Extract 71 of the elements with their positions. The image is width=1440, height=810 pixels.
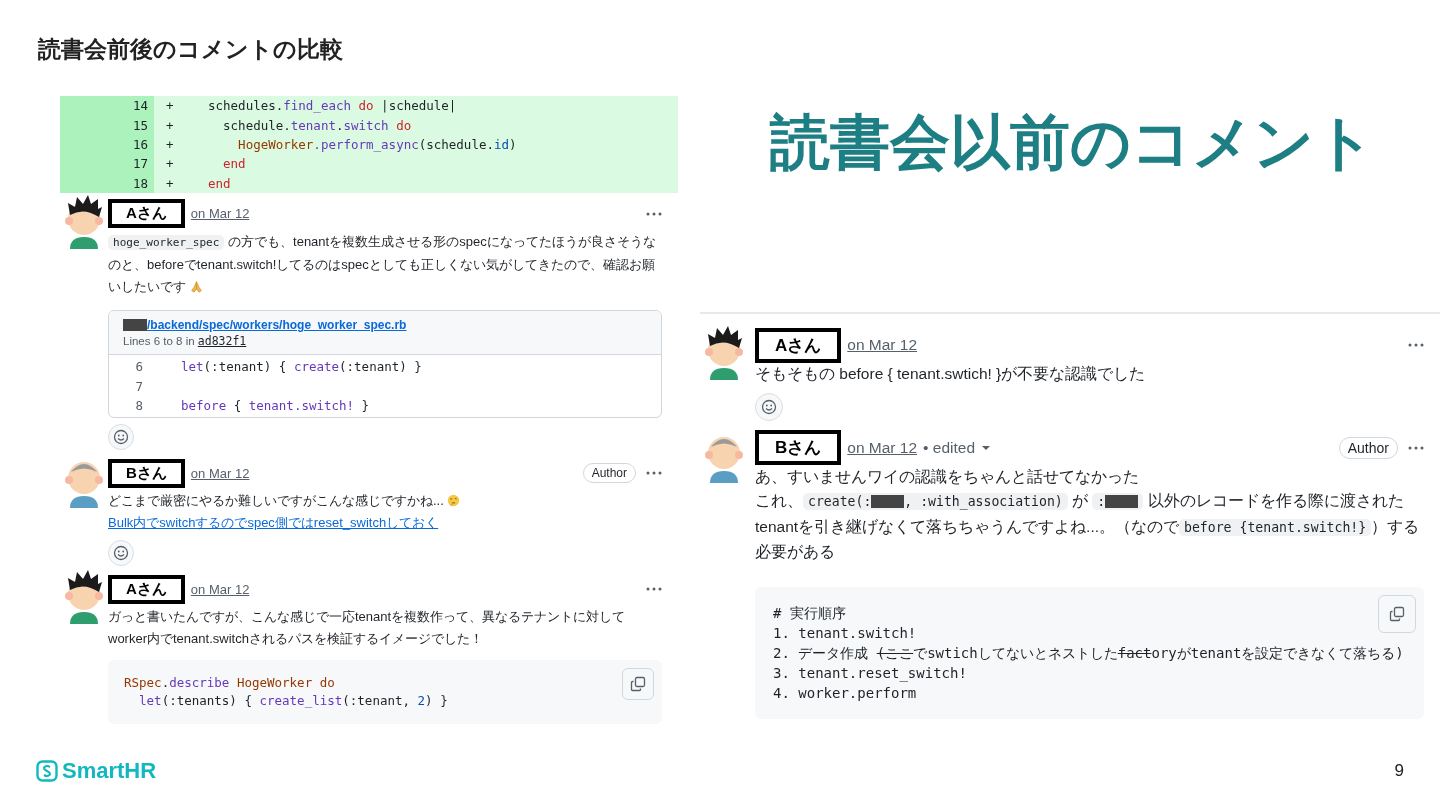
edited-label[interactable]: • edited [923,438,976,457]
author-name: Bさん [755,430,842,465]
page-number: 9 [1394,761,1404,781]
smiley-icon [113,545,129,562]
diff-marker: + [165,117,175,133]
praying-hands-icon [189,279,203,293]
comment-date[interactable]: on Mar 12 [190,581,250,597]
smiley-icon [113,429,129,446]
code-line: # 実行順序 [773,603,846,623]
comment-text: hoge_worker_spec の方でも、tenantを複数生成させる形のspecになってたほうが良さそうなのと、beforeでtenant.switch!してるのはspecとしても正しくない気がしてきたので、確認お願いしたいです [108,232,657,296]
logo-text: SmartHR [62,758,157,784]
comment-text: あ、すいませんワイの認識をちゃんと話せてなかった [755,466,1140,487]
code-line: 2. データ作成 (ここ でswtichしてないとネストしたfactoryがtenantを設定できなくて落ちる) [773,643,1404,663]
more-options-icon[interactable] [646,471,662,476]
line-number: 6 [134,359,143,375]
line-range-text: Lines 6 to 8 in [123,334,195,347]
diff-marker: + [165,136,175,152]
add-reaction-button[interactable] [108,424,134,451]
comment-text: そもそもの before { tenant.swtich! }が不要な認識でした [755,364,1147,384]
comment-text: ガっと書いたんですが、こんな感じで一応tenantを複数作って、異なるテナントに対してworker内でtenant.switchされるパスを検証するイメージでした！ [108,608,627,649]
code-line: schedule.tenant.switch do [222,117,412,133]
code-line: HogeWorker.perform_async(schedule.id) [237,136,517,152]
diff-marker: + [165,98,175,114]
comment-date[interactable]: on Mar 12 [847,438,918,457]
copy-button[interactable] [1378,594,1416,633]
author-name: Aさん [108,199,185,229]
more-options-icon[interactable] [1408,445,1424,450]
author-name: Aさん [755,327,842,363]
logo-icon [36,760,58,782]
commit-link[interactable]: ad832f1 [197,333,247,348]
file-link[interactable]: /backend/spec/workers/hoge_worker_spec.rb [123,317,407,332]
thinking-face-icon [447,494,461,508]
add-reaction-button[interactable] [108,540,134,567]
code-line: 1. tenant.switch! [773,623,917,643]
code-line: schedules.find_each do |schedule| [208,98,457,114]
more-options-icon[interactable] [646,211,662,216]
slide-heading: 読書会以前のコメント [770,108,1376,178]
code-line: end [208,175,231,191]
code-line: RSpec.describe HogeWorker do [124,674,335,693]
line-number: 7 [134,378,143,394]
code-line: 3. tenant.reset_switch! [773,663,967,683]
line-number: 18 [60,173,154,193]
author-name: Bさん [108,458,185,488]
more-options-icon[interactable] [646,587,662,592]
copy-icon [1389,605,1405,622]
line-number: 17 [60,154,154,174]
comment-text: どこまで厳密にやるか難しいですがこんな感じですかね... [108,490,662,513]
line-number: 15 [60,115,154,135]
diff-marker: + [165,175,175,191]
comment-date[interactable]: on Mar 12 [190,465,250,481]
code-line: end [222,156,246,172]
comment-date[interactable]: on Mar 12 [190,206,250,222]
comment-date[interactable]: on Mar 12 [847,336,918,354]
copy-button[interactable] [622,668,654,701]
comment-text: これ、 create(: , :with_association) が : 以外のレコードを作る際に渡されたtenantを引き継げなくて落ちちゃうんですよね...。（なので before {tenant.switch!} ）する必要がある [755,491,1421,562]
slide-title: 読書会前後のコメントの比較 [36,35,344,64]
copy-icon [630,676,646,693]
code-line: let(:tenants) { create_list(:tenant, 2) } [138,692,448,711]
smiley-icon [761,398,777,415]
line-number: 8 [134,398,143,414]
code-line: before { tenant.switch! } [181,398,370,414]
diff-marker: + [165,156,175,172]
add-reaction-button[interactable] [755,392,783,421]
code-line: 4. worker.perform [773,683,917,703]
more-options-icon[interactable] [1408,343,1424,347]
author-name: Aさん [108,574,185,604]
commit-link[interactable]: Bulk内でswitchするのでspec側ではreset_switchしておく [108,515,439,531]
line-number: 16 [60,134,154,155]
code-line: let(:tenant) { create(:tenant) } [181,359,422,375]
caret-icon[interactable] [981,444,992,451]
line-number: 14 [60,96,154,116]
